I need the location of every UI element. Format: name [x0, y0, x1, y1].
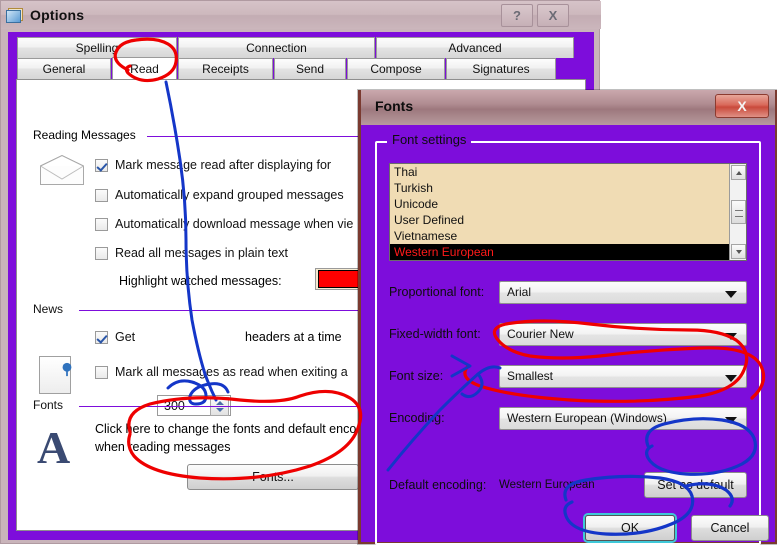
- proportional-font-select[interactable]: Arial: [499, 280, 747, 304]
- language-list-scrollbar[interactable]: [729, 164, 746, 260]
- encoding-row: Encoding: Western European (Windows): [389, 406, 747, 430]
- highlight-watched-label: Highlight watched messages:: [119, 274, 282, 288]
- fonts-dialog-title: Fonts: [375, 98, 414, 114]
- tab-general[interactable]: General: [17, 58, 111, 79]
- help-button[interactable]: ?: [501, 4, 533, 27]
- list-item[interactable]: Vietnamese: [390, 228, 729, 244]
- tab-advanced[interactable]: Advanced: [376, 37, 574, 58]
- checkbox-row-get-headers[interactable]: Get: [95, 330, 135, 344]
- language-list-items: Thai Turkish Unicode User Defined Vietna…: [390, 164, 729, 260]
- encoding-select[interactable]: Western European (Windows): [499, 406, 747, 430]
- tab-spelling[interactable]: Spelling: [17, 37, 177, 58]
- checkbox-row-mark-all-read[interactable]: Mark all messages as read when exiting a: [95, 365, 348, 379]
- fonts-description-line2: when reading messages: [95, 440, 231, 454]
- chevron-down-icon[interactable]: [725, 332, 737, 340]
- default-encoding-label: Default encoding:: [389, 478, 487, 492]
- tab-connection[interactable]: Connection: [178, 37, 375, 58]
- tab-receipts[interactable]: Receipts: [178, 58, 273, 79]
- checkbox-auto-expand-grouped[interactable]: [95, 188, 108, 202]
- fixed-width-font-row: Fixed-width font: Courier New: [389, 322, 747, 346]
- scroll-up-icon[interactable]: [730, 165, 746, 180]
- close-button[interactable]: X: [537, 4, 569, 27]
- checkbox-row-plain-text[interactable]: Read all messages in plain text: [95, 246, 288, 260]
- checkbox-mark-message-read[interactable]: [95, 158, 108, 172]
- checkbox-label-get: Get: [115, 330, 136, 344]
- chevron-down-icon[interactable]: [725, 374, 737, 382]
- language-listbox[interactable]: Thai Turkish Unicode User Defined Vietna…: [389, 163, 747, 261]
- close-icon[interactable]: X: [715, 94, 769, 118]
- fonts-dialog-body: Font settings Thai Turkish Unicode User …: [361, 125, 775, 545]
- cancel-button[interactable]: Cancel: [691, 515, 769, 541]
- list-item[interactable]: User Defined: [390, 212, 729, 228]
- proportional-font-row: Proportional font: Arial: [389, 280, 747, 304]
- checkbox-read-plain-text[interactable]: [95, 246, 108, 260]
- ok-button[interactable]: OK: [585, 515, 675, 541]
- checkbox-row-mark-read[interactable]: Mark message read after displaying for: [95, 158, 331, 172]
- checkbox-row-auto-download[interactable]: Automatically download message when vie: [95, 217, 353, 231]
- default-encoding-row: Default encoding: Western European Set a…: [389, 470, 747, 500]
- scrollbar-thumb[interactable]: [730, 200, 746, 224]
- encoding-label: Encoding:: [389, 411, 445, 425]
- list-item[interactable]: Unicode: [390, 196, 729, 212]
- headers-suffix-label: headers at a time: [245, 330, 342, 344]
- default-encoding-value: Western European: [499, 479, 595, 491]
- checkbox-get-headers[interactable]: [95, 330, 108, 344]
- checkbox-label-read-plain-text: Read all messages in plain text: [115, 246, 289, 260]
- fonts-button[interactable]: Fonts...: [187, 464, 359, 490]
- envelope-icon: [39, 154, 85, 186]
- font-size-row: Font size: Smallest: [389, 364, 747, 388]
- tab-send[interactable]: Send: [274, 58, 346, 79]
- list-item[interactable]: Turkish: [390, 180, 729, 196]
- set-as-default-button[interactable]: Set as default: [644, 472, 747, 498]
- checkbox-label-mark-all-read-on-exit: Mark all messages as read when exiting a: [115, 365, 348, 379]
- fonts-dialog: Fonts X Font settings Thai Turkish Unico…: [358, 90, 777, 545]
- proportional-font-value: Arial: [507, 285, 532, 299]
- font-size-select[interactable]: Smallest: [499, 364, 747, 388]
- checkbox-row-expand-grouped[interactable]: Automatically expand grouped messages: [95, 188, 344, 202]
- checkbox-label-auto-expand-grouped: Automatically expand grouped messages: [115, 188, 344, 202]
- scroll-down-icon[interactable]: [730, 244, 746, 259]
- checkbox-label-mark-message-read: Mark message read after displaying for: [115, 158, 332, 172]
- checkbox-label-auto-download: Automatically download message when vie: [115, 217, 354, 231]
- encoding-value: Western European (Windows): [507, 411, 667, 425]
- fonts-group-label: Fonts: [33, 398, 64, 412]
- fixed-width-font-label: Fixed-width font:: [389, 327, 481, 341]
- font-size-value: Smallest: [507, 369, 554, 383]
- proportional-font-label: Proportional font:: [389, 285, 485, 299]
- fonts-dialog-titlebar: Fonts X: [361, 90, 775, 126]
- reading-messages-group-label: Reading Messages: [33, 128, 136, 142]
- fixed-width-font-select[interactable]: Courier New: [499, 322, 747, 346]
- tabstrip-row-bottom: General Read Receipts Send Compose Signa…: [17, 57, 557, 80]
- news-page-pin-icon: [39, 356, 75, 394]
- list-item[interactable]: Thai: [390, 164, 729, 180]
- fixed-width-font-value: Courier New: [507, 327, 574, 341]
- checkbox-auto-download[interactable]: [95, 217, 108, 231]
- options-window-title: Options: [30, 7, 85, 23]
- font-size-label: Font size:: [389, 369, 444, 383]
- tabstrip: Spelling Connection Advanced General Rea…: [8, 32, 594, 80]
- chevron-down-icon[interactable]: [725, 416, 737, 424]
- tabstrip-row-top: Spelling Connection Advanced: [17, 37, 575, 58]
- tab-compose[interactable]: Compose: [347, 58, 445, 79]
- checkbox-mark-all-read-on-exit[interactable]: [95, 365, 108, 379]
- news-group-label: News: [33, 302, 64, 316]
- font-settings-legend: Font settings: [387, 132, 472, 147]
- chevron-down-icon[interactable]: [725, 290, 737, 298]
- options-window-icon: [6, 7, 24, 23]
- tab-signatures[interactable]: Signatures: [446, 58, 556, 79]
- tab-read[interactable]: Read: [112, 57, 177, 80]
- letter-a-icon: A: [37, 422, 71, 473]
- fonts-description-line1: Click here to change the fonts and defau…: [95, 422, 357, 436]
- list-item-selected[interactable]: Western European: [390, 244, 729, 260]
